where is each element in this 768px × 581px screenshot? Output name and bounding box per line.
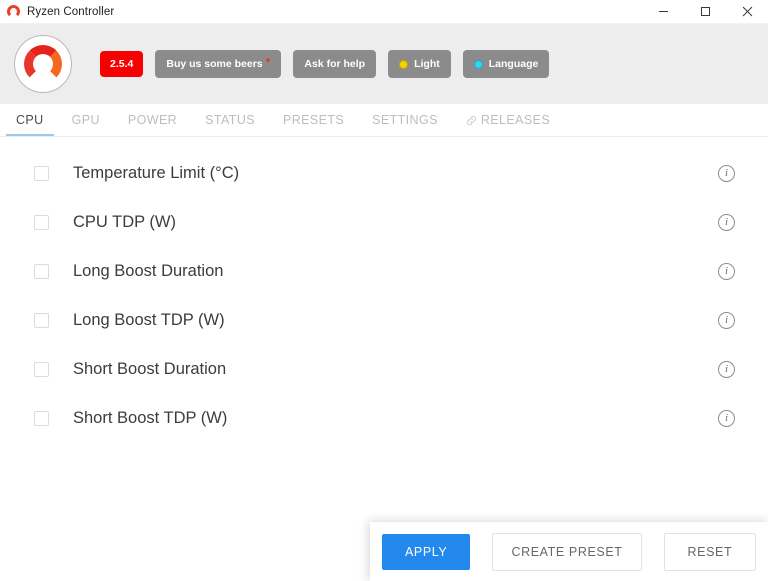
reset-button[interactable]: RESET — [663, 532, 757, 571]
buy-us-some-beers-label: Buy us some beers — [166, 57, 263, 70]
tab-cpu[interactable]: CPU — [2, 104, 58, 136]
tab-presets[interactable]: PRESETS — [269, 104, 358, 136]
tab-gpu-label: GPU — [71, 113, 100, 127]
settings-row-long-boost-duration: Long Boost Duration i — [0, 247, 768, 296]
cpu-settings-list: Temperature Limit (°C) i CPU TDP (W) i L… — [0, 137, 768, 443]
header-toolbar: 2.5.4 Buy us some beers ♥ Ask for help L… — [0, 24, 768, 104]
tab-releases-label: RELEASES — [480, 113, 551, 127]
globe-icon — [473, 59, 483, 69]
short-boost-tdp-checkbox[interactable] — [34, 411, 49, 426]
action-bar: APPLY CREATE PRESET RESET — [370, 522, 768, 581]
ask-for-help-button[interactable]: Ask for help — [293, 49, 377, 79]
title-bar-left: Ryzen Controller — [0, 5, 114, 18]
short-boost-duration-checkbox[interactable] — [34, 362, 49, 377]
tab-power[interactable]: POWER — [114, 104, 191, 136]
short-boost-tdp-label: Short Boost TDP (W) — [73, 409, 228, 427]
long-boost-tdp-checkbox[interactable] — [34, 313, 49, 328]
long-boost-duration-checkbox[interactable] — [34, 264, 49, 279]
maximize-icon[interactable] — [684, 0, 726, 23]
tab-releases[interactable]: RELEASES — [452, 104, 564, 136]
long-boost-tdp-label: Long Boost TDP (W) — [73, 311, 225, 329]
minimize-icon[interactable] — [642, 0, 684, 23]
tab-power-label: POWER — [127, 113, 178, 127]
info-icon[interactable]: i — [718, 263, 735, 280]
short-boost-duration-label: Short Boost Duration — [73, 360, 227, 378]
long-boost-duration-label: Long Boost Duration — [73, 262, 224, 280]
tab-presets-label: PRESETS — [282, 113, 345, 127]
cpu-tdp-label: CPU TDP (W) — [73, 213, 176, 231]
temperature-limit-label: Temperature Limit (°C) — [73, 164, 240, 182]
settings-row-cpu-tdp: CPU TDP (W) i — [0, 198, 768, 247]
window-title: Ryzen Controller — [27, 5, 115, 18]
window-controls — [642, 0, 768, 23]
tab-gpu[interactable]: GPU — [58, 104, 114, 136]
tab-cpu-label: CPU — [16, 113, 44, 127]
version-badge: 2.5.4 — [100, 50, 144, 78]
sun-icon — [399, 59, 409, 69]
link-icon — [466, 115, 477, 126]
info-icon[interactable]: i — [718, 312, 735, 329]
ask-for-help-label: Ask for help — [304, 57, 366, 70]
tab-settings-label: SETTINGS — [372, 113, 438, 127]
ryzen-logo-icon — [7, 5, 20, 18]
theme-light-button[interactable]: Light — [388, 49, 451, 79]
tab-status[interactable]: STATUS — [191, 104, 269, 136]
tab-bar: CPU GPU POWER STATUS PRESETS SETTINGS RE… — [0, 104, 768, 137]
info-icon[interactable]: i — [718, 410, 735, 427]
heart-icon: ♥ — [265, 56, 271, 65]
theme-light-label: Light — [414, 57, 440, 70]
cpu-tdp-checkbox[interactable] — [34, 215, 49, 230]
info-icon[interactable]: i — [718, 361, 735, 378]
language-button[interactable]: Language — [462, 49, 550, 79]
ryzen-logo-icon — [14, 35, 72, 93]
tab-status-label: STATUS — [205, 113, 255, 127]
apply-button[interactable]: APPLY — [382, 533, 471, 570]
temperature-limit-checkbox[interactable] — [34, 166, 49, 181]
settings-row-short-boost-tdp: Short Boost TDP (W) i — [0, 394, 768, 443]
settings-row-short-boost-duration: Short Boost Duration i — [0, 345, 768, 394]
create-preset-button[interactable]: CREATE PRESET — [492, 532, 642, 571]
tab-settings[interactable]: SETTINGS — [358, 104, 452, 136]
settings-row-temperature-limit: Temperature Limit (°C) i — [0, 149, 768, 198]
title-bar: Ryzen Controller — [0, 0, 768, 24]
settings-row-long-boost-tdp: Long Boost TDP (W) i — [0, 296, 768, 345]
close-icon[interactable] — [726, 0, 768, 23]
info-icon[interactable]: i — [718, 214, 735, 231]
info-icon[interactable]: i — [718, 165, 735, 182]
language-label: Language — [488, 57, 539, 70]
buy-us-some-beers-button[interactable]: Buy us some beers ♥ — [155, 49, 282, 79]
